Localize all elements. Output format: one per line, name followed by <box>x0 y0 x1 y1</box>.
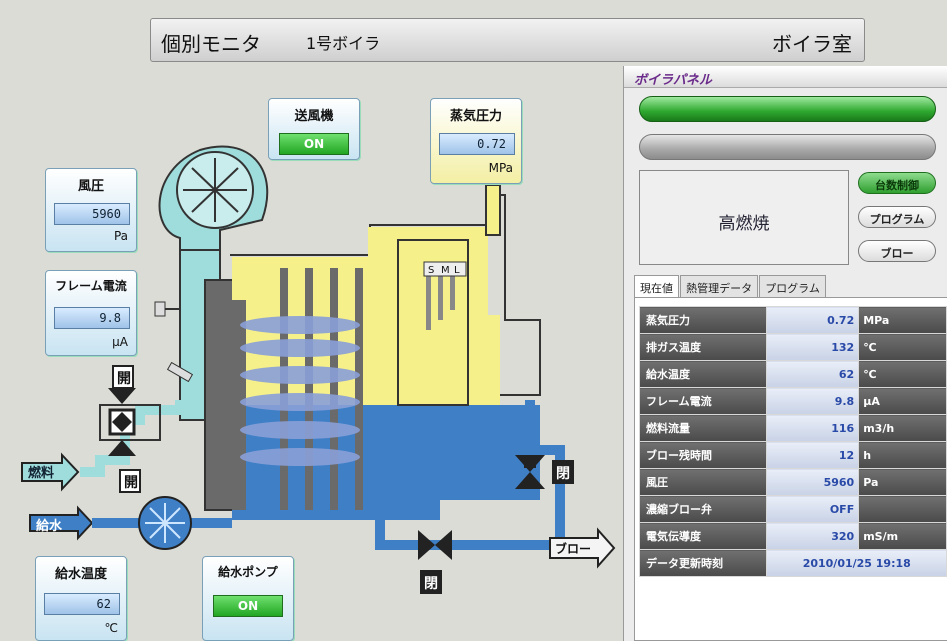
row-name: 排ガス温度 <box>638 333 768 361</box>
air-pressure-label: 風圧 <box>77 179 104 194</box>
valve-open-top-text: 開 <box>117 371 131 387</box>
row-name: 濃縮ブロー弁 <box>638 495 768 523</box>
steam-pressure-value: 0.72 <box>439 133 515 155</box>
level-l: L <box>454 265 460 276</box>
table-row: 風圧 5960 Pa <box>638 468 947 496</box>
blow-button[interactable]: ブロー <box>858 240 936 262</box>
row-value: OFF <box>766 495 860 523</box>
flame-current-value: 9.8 <box>54 307 130 329</box>
row-value: 9.8 <box>766 387 860 415</box>
row-name: 電気伝導度 <box>638 522 768 550</box>
feedwater-temp-value: 62 <box>44 593 120 615</box>
table-row: フレーム電流 9.8 μA <box>638 387 947 415</box>
blow-valve-left <box>418 530 452 560</box>
row-value: 12 <box>766 441 860 469</box>
flame-current-monitor: フレーム電流 9.8 μA <box>45 270 137 356</box>
table-row: 蒸気圧力 0.72 MPa <box>638 306 947 334</box>
tab-program[interactable]: プログラム <box>759 275 826 297</box>
row-unit: m3/h <box>858 414 947 442</box>
feedwater-temp-unit: ℃ <box>104 621 118 635</box>
values-table: 蒸気圧力 0.72 MPa 排ガス温度 132 ℃ 給水温度 62 ℃ フレーム電流 9.8 μA 燃料… <box>638 306 947 577</box>
row-name: 燃料流量 <box>638 414 768 442</box>
level-m: M <box>441 265 450 276</box>
table-row: 給水温度 62 ℃ <box>638 360 947 388</box>
tab-heat-management[interactable]: 熱管理データ <box>680 275 759 297</box>
feed-pump-status: ON <box>213 595 283 617</box>
row-value: 5960 <box>766 468 860 496</box>
values-table-container: 蒸気圧力 0.72 MPa 排ガス温度 132 ℃ 給水温度 62 ℃ フレーム電流 9.8 μA 燃料… <box>634 297 947 641</box>
row-unit: ℃ <box>858 360 947 388</box>
program-button[interactable]: プログラム <box>858 206 936 228</box>
blow-text: ブロー <box>555 541 591 556</box>
boiler-panel: ボイラパネル 高燃焼 台数制御 プログラム ブロー 現在値 熱管理データ プログ… <box>623 66 947 641</box>
combustion-state: 高燃焼 <box>639 170 849 265</box>
tab-current-values[interactable]: 現在値 <box>634 275 679 297</box>
panel-title: ボイラパネル <box>624 66 947 88</box>
feedwater-temp-label: 給水温度 <box>54 567 107 582</box>
feedwater-temp-monitor: 給水温度 62 ℃ <box>35 556 127 641</box>
level-s: S <box>428 265 434 276</box>
steam-pressure-unit: MPa <box>488 161 513 175</box>
row-value: 62 <box>766 360 860 388</box>
steam-pressure-monitor: 蒸気圧力 0.72 MPa <box>430 98 522 184</box>
row-unit: h <box>858 441 947 469</box>
row-name: ブロー残時間 <box>638 441 768 469</box>
fan-status: ON <box>279 133 349 155</box>
row-unit: Pa <box>858 468 947 496</box>
air-pressure-value: 5960 <box>54 203 130 225</box>
fan-label: 送風機 <box>294 109 334 124</box>
panel-tabs: 現在値 熱管理データ プログラム <box>634 275 826 297</box>
steam-outlet <box>485 184 501 236</box>
row-value: 132 <box>766 333 860 361</box>
sensor-marker <box>154 301 166 317</box>
boiler-shell <box>204 279 236 511</box>
air-pressure-unit: Pa <box>113 229 128 243</box>
row-unit: MPa <box>858 306 947 334</box>
table-row-update: データ更新時刻 2010/01/25 19:18 <box>638 549 947 577</box>
feed-pump-impeller <box>145 503 185 543</box>
fan-monitor: 送風機 ON <box>268 98 360 160</box>
fan-blades <box>183 158 247 222</box>
blow-valve-right-text: 閉 <box>556 466 570 482</box>
blow-valve-left-text: 閉 <box>424 576 438 592</box>
row-unit <box>858 495 947 523</box>
flame-current-unit: μA <box>112 335 128 349</box>
row-value: 116 <box>766 414 860 442</box>
update-time: 2010/01/25 19:18 <box>766 549 947 577</box>
row-value: 0.72 <box>766 306 860 334</box>
row-name: フレーム電流 <box>638 387 768 415</box>
row-name: 蒸気圧力 <box>638 306 768 334</box>
air-pressure-monitor: 風圧 5960 Pa <box>45 168 137 252</box>
table-row: ブロー残時間 12 h <box>638 441 947 469</box>
row-name: 給水温度 <box>638 360 768 388</box>
table-row: 電気伝導度 320 mS/m <box>638 522 947 550</box>
table-row: 燃料流量 116 m3/h <box>638 414 947 442</box>
feedwater-text: 給水 <box>36 518 63 534</box>
fuel-valve <box>108 388 136 456</box>
row-name: 風圧 <box>638 468 768 496</box>
row-value: 320 <box>766 522 860 550</box>
table-row: 濃縮ブロー弁 OFF <box>638 495 947 523</box>
steam-pressure-label: 蒸気圧力 <box>449 109 502 124</box>
valve-open-bottom-text: 開 <box>124 475 138 491</box>
row-unit: ℃ <box>858 333 947 361</box>
flame-current-label: フレーム電流 <box>55 279 127 293</box>
fuel-text: 燃料 <box>28 465 54 481</box>
multi-unit-control-button[interactable]: 台数制御 <box>858 172 936 194</box>
update-label: データ更新時刻 <box>638 549 768 577</box>
feed-pump-monitor: 給水ポンプ ON <box>202 556 294 641</box>
row-unit: mS/m <box>858 522 947 550</box>
row-unit: μA <box>858 387 947 415</box>
location-label: ボイラ室 <box>772 32 852 56</box>
feed-pump-label: 給水ポンプ <box>218 565 278 579</box>
status-bar-idle <box>639 134 936 160</box>
table-row: 排ガス温度 132 ℃ <box>638 333 947 361</box>
status-bar-running <box>639 96 936 122</box>
